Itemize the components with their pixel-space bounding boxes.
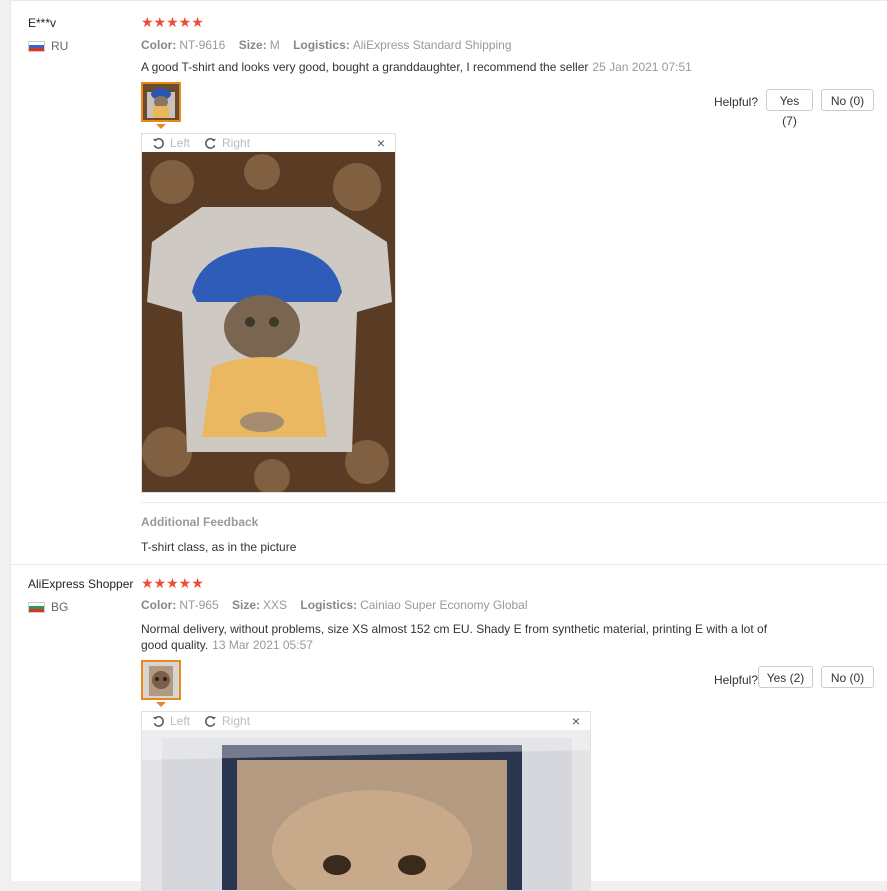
image-viewer-toolbar: Left Right × (142, 134, 395, 152)
photo-thumbnail[interactable] (141, 660, 181, 700)
additional-feedback-text: T-shirt class, as in the picture (141, 540, 297, 554)
review-photo (142, 730, 590, 890)
size-value: M (269, 38, 280, 52)
review-body: A good T-shirt and looks very good, boug… (141, 60, 589, 74)
color-value: NT-9616 (179, 38, 226, 52)
helpful-yes-button[interactable]: Yes (7) (766, 89, 813, 128)
helpful-label: Helpful? (713, 673, 758, 687)
rotate-left-icon (152, 137, 164, 149)
reviews-list: E***v RU ★★★★★ Color: NT-9616 Size: M Logi… (10, 0, 887, 891)
flag-bg-icon (28, 601, 45, 613)
image-viewer-toolbar: Left Right × (142, 712, 590, 730)
rotate-left-button[interactable]: Left (152, 714, 190, 728)
rotate-right-icon (205, 715, 217, 727)
thumbnail-image (143, 662, 179, 698)
thumbnail-image (143, 84, 179, 120)
reviewer-country: RU (28, 39, 68, 53)
rotate-right-label: Right (222, 136, 251, 150)
helpful-no-button[interactable]: No (0) (821, 89, 874, 111)
logistics-label: Logistics: (293, 38, 350, 52)
country-code: BG (51, 600, 69, 614)
rotate-right-icon (205, 137, 217, 149)
reviewer-name: E***v (28, 16, 57, 30)
close-icon[interactable]: × (377, 134, 385, 152)
image-viewer: Left Right × (141, 711, 591, 891)
review-photo-image (142, 152, 395, 492)
additional-feedback-title: Additional Feedback (141, 515, 259, 529)
photo-thumbnail[interactable] (141, 82, 181, 122)
color-label: Color: (141, 598, 177, 612)
logistics-value: Cainiao Super Economy Global (360, 598, 528, 612)
color-value: NT-965 (179, 598, 219, 612)
helpful-no-button[interactable]: No (0) (821, 666, 874, 688)
review-text: A good T-shirt and looks very good, boug… (141, 59, 692, 75)
review-photo (142, 152, 395, 492)
size-label: Size: (238, 38, 267, 52)
review-body-line-1: Normal delivery, without problems, size … (141, 622, 768, 636)
review-body-line-2: good quality. (141, 638, 209, 652)
thumbnail-caret (156, 702, 166, 707)
feedback-divider (141, 502, 887, 503)
rotate-left-button[interactable]: Left (152, 136, 190, 150)
color-label: Color: (141, 38, 177, 52)
flag-ru-icon (28, 40, 45, 52)
thumbnail-caret (156, 124, 166, 129)
review-date: 25 Jan 2021 07:51 (592, 60, 692, 74)
helpful-yes-button[interactable]: Yes (2) (758, 666, 813, 688)
rating-stars: ★★★★★ (141, 575, 204, 591)
review-text: Normal delivery, without problems, size … (141, 621, 801, 653)
rotate-right-button[interactable]: Right (204, 136, 250, 150)
close-icon[interactable]: × (572, 712, 580, 730)
rotate-right-button[interactable]: Right (204, 714, 250, 728)
rotate-left-label: Left (170, 136, 191, 150)
review-item: AliExpress Shopper BG ★★★★★ Color: NT-965… (11, 565, 887, 891)
order-info: Color: NT-965 Size: XXS Logistics: Cainiao … (141, 598, 528, 612)
review-date: 13 Mar 2021 05:57 (212, 638, 313, 652)
review-photo-image (142, 730, 590, 890)
rating-stars: ★★★★★ (141, 14, 204, 30)
reviewer-name: AliExpress Shopper (28, 577, 134, 591)
image-viewer: Left Right × (141, 133, 396, 493)
size-value: XXS (263, 598, 288, 612)
logistics-label: Logistics: (300, 598, 358, 612)
country-code: RU (51, 39, 69, 53)
reviewer-country: BG (28, 600, 68, 614)
logistics-value: AliExpress Standard Shipping (352, 38, 512, 52)
helpful-label: Helpful? (713, 95, 758, 109)
rotate-left-icon (152, 715, 164, 727)
review-item: E***v RU ★★★★★ Color: NT-9616 Size: M Logi… (11, 2, 887, 565)
rotate-left-label: Left (170, 714, 191, 728)
order-info: Color: NT-9616 Size: M Logistics: AliExpres… (141, 38, 512, 52)
size-label: Size: (232, 598, 261, 612)
rotate-right-label: Right (222, 714, 251, 728)
top-divider (11, 0, 887, 1)
